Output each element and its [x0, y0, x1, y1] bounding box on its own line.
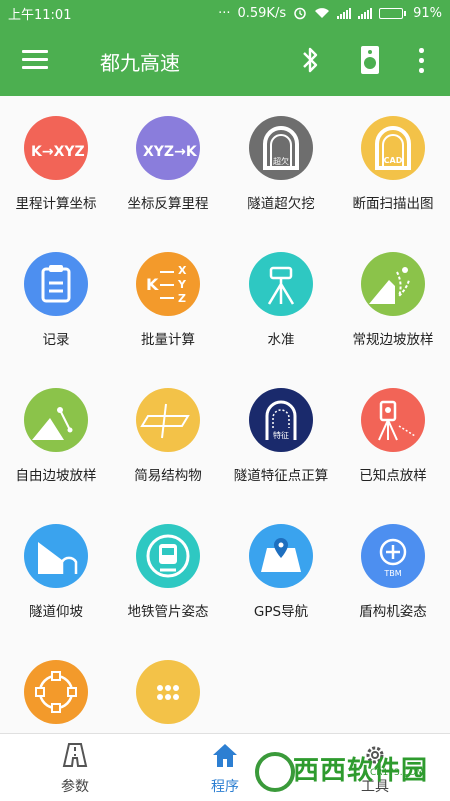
- tile-label: 自由边坡放样: [15, 468, 97, 484]
- tile-simple-structure[interactable]: 简易结构物: [112, 368, 224, 488]
- tile-label: 隧道超欠挖: [247, 196, 315, 212]
- tile-tunnel-slope[interactable]: 隧道仰坡: [0, 504, 112, 624]
- nav-label: 参数: [61, 779, 89, 795]
- svg-text:XYZ→K: XYZ→K: [143, 144, 198, 160]
- tile-label: 常规边坡放样: [352, 332, 434, 348]
- tile-tbm-attitude[interactable]: TBM 盾构机姿态: [337, 504, 449, 624]
- tile-label: 简易结构物: [134, 468, 202, 484]
- more-vert-icon[interactable]: [418, 48, 424, 74]
- tile-label: 盾构机姿态: [359, 604, 427, 620]
- slope-icon: [361, 252, 425, 316]
- svg-text:K→XYZ: K→XYZ: [31, 144, 85, 160]
- tile-label: 已知点放样: [359, 468, 427, 484]
- tile-label: 里程计算坐标: [15, 196, 97, 212]
- tile-slope-layout[interactable]: 常规边坡放样: [337, 232, 449, 352]
- tunnel-feature-icon: 特征: [249, 388, 313, 452]
- more-apps-icon: [136, 660, 200, 724]
- signal-2-icon: [358, 7, 373, 19]
- tile-label: 地铁管片姿态: [127, 604, 209, 620]
- clipboard-icon: [24, 252, 88, 316]
- tile-leveling[interactable]: 水准: [225, 232, 337, 352]
- status-dots: ···: [218, 5, 231, 21]
- watermark-logo: [255, 752, 295, 792]
- status-bar: 上午11:01 ··· 0.59K/s 91%: [0, 0, 450, 26]
- menu-icon[interactable]: [22, 50, 48, 70]
- home-icon: [213, 744, 237, 767]
- tile-label: 水准: [267, 332, 295, 348]
- bluetooth-icon[interactable]: [297, 43, 323, 77]
- structure-icon: [136, 388, 200, 452]
- metro-icon: [136, 524, 200, 588]
- tile-record[interactable]: 记录: [0, 232, 112, 352]
- kxyz-icon: K→XYZ: [24, 116, 88, 180]
- speaker-icon[interactable]: [361, 46, 379, 74]
- gps-map-icon: [249, 524, 313, 588]
- tile-label: 隧道仰坡: [29, 604, 83, 620]
- level-instrument-icon: [249, 252, 313, 316]
- tile-tunnel-feature[interactable]: 特征 隧道特征点正算: [225, 368, 337, 488]
- tile-label: 隧道特征点正算: [233, 468, 329, 484]
- tile-free-slope[interactable]: 自由边坡放样: [0, 368, 112, 488]
- svg-text:X: X: [178, 264, 187, 277]
- tunnel-cad-icon: CAD: [361, 116, 425, 180]
- tile-metro-segment[interactable]: 地铁管片姿态: [112, 504, 224, 624]
- watermark: 西西软件园 CR173.COM: [255, 752, 435, 792]
- svg-text:Y: Y: [177, 278, 187, 291]
- tile-gps-nav[interactable]: GPS导航: [225, 504, 337, 624]
- tile-batch-calc[interactable]: K XYZ 批量计算: [112, 232, 224, 352]
- tile-circle-tool[interactable]: [0, 640, 112, 733]
- app-bar: 都九高速: [0, 26, 450, 96]
- alarm-icon: [294, 7, 306, 20]
- tile-label: 批量计算: [141, 332, 195, 348]
- tbm-icon: TBM: [361, 524, 425, 588]
- net-speed: 0.59K/s: [237, 5, 287, 21]
- svg-text:Z: Z: [178, 292, 186, 305]
- tunnel-slope-icon: [24, 524, 88, 588]
- free-slope-icon: [24, 388, 88, 452]
- wifi-icon: [315, 8, 330, 18]
- tile-mileage-to-coord[interactable]: K→XYZ 里程计算坐标: [0, 96, 112, 216]
- status-right: ··· 0.59K/s 91%: [218, 6, 442, 21]
- tile-tunnel-overbreak[interactable]: 超欠 隧道超欠挖: [225, 96, 337, 216]
- road-icon: [62, 743, 88, 767]
- tile-label: 坐标反算里程: [127, 196, 209, 212]
- tile-label: GPS导航: [253, 604, 309, 620]
- total-station-icon: [361, 388, 425, 452]
- program-grid: K→XYZ 里程计算坐标 XYZ→K 坐标反算里程 超欠 隧道超欠挖 CAD 断…: [0, 96, 450, 733]
- tile-label: 记录: [42, 332, 70, 348]
- svg-text:TBM: TBM: [383, 569, 401, 578]
- battery-percent: 91%: [413, 5, 442, 21]
- xyzk-icon: XYZ→K: [136, 116, 200, 180]
- tile-more-apps[interactable]: [112, 640, 224, 733]
- svg-text:CAD: CAD: [384, 156, 403, 165]
- tile-label: 断面扫描出图: [352, 196, 434, 212]
- battery-icon: [379, 7, 407, 19]
- tile-section-scan[interactable]: CAD 断面扫描出图: [337, 96, 449, 216]
- watermark-domain: CR173.COM: [370, 768, 424, 778]
- batch-calc-icon: K XYZ: [136, 252, 200, 316]
- signal-1-icon: [337, 7, 352, 19]
- svg-text:K: K: [146, 275, 159, 294]
- svg-text:特征: 特征: [273, 430, 289, 440]
- nav-params[interactable]: 参数: [0, 734, 150, 801]
- circle-nodes-icon: [24, 660, 88, 724]
- tunnel-overbreak-icon: 超欠: [249, 116, 313, 180]
- page-title: 都九高速: [100, 51, 180, 75]
- tile-known-point[interactable]: 已知点放样: [337, 368, 449, 488]
- status-time: 上午11:01: [8, 7, 72, 23]
- tile-coord-to-mileage[interactable]: XYZ→K 坐标反算里程: [112, 96, 224, 216]
- svg-text:超欠: 超欠: [273, 156, 289, 166]
